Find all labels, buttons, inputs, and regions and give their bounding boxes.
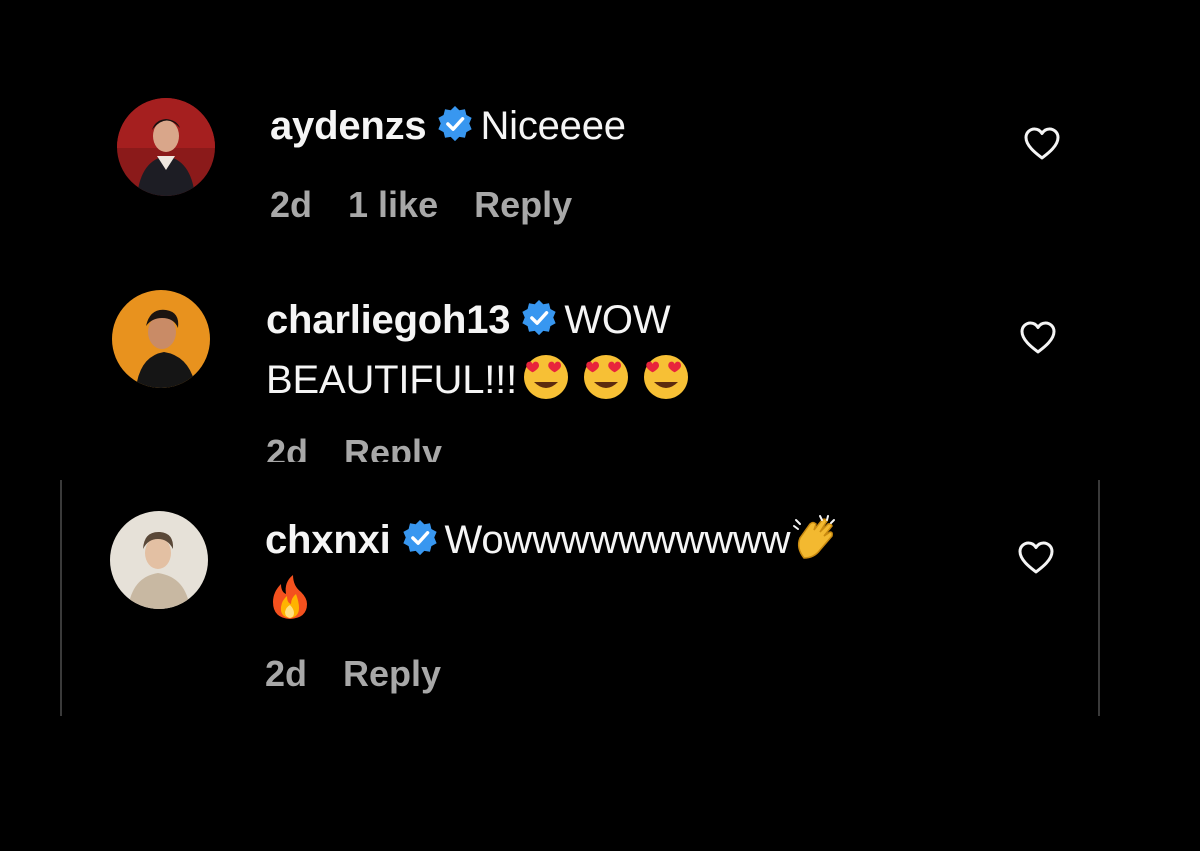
clapping-hands-emoji xyxy=(793,515,836,559)
comment-body: aydenzs Niceeee xyxy=(270,96,970,156)
section-divider xyxy=(250,462,550,478)
comment-text-line-2: BEAUTIFUL!!! xyxy=(266,358,517,402)
username-link[interactable]: aydenzs xyxy=(270,104,427,148)
heart-eyes-emoji xyxy=(643,355,688,399)
heart-outline-icon[interactable] xyxy=(1022,124,1062,164)
reply-button[interactable]: Reply xyxy=(343,653,441,694)
comment-meta: 2d Reply xyxy=(265,653,477,695)
comment-body: charliegoh13 WOW BEAUTIFUL!!! xyxy=(266,290,966,410)
heart-eyes-emoji xyxy=(583,355,628,399)
reply-button[interactable]: Reply xyxy=(474,184,572,225)
thread-line-right xyxy=(1098,480,1100,716)
verified-badge-icon xyxy=(402,519,437,556)
comment-text: Niceeee xyxy=(480,104,626,148)
comment-meta: 2d 1 like Reply xyxy=(270,184,608,226)
comment-text-line-1: WOW xyxy=(564,298,671,342)
like-count[interactable]: 1 like xyxy=(348,184,438,225)
heart-outline-icon[interactable] xyxy=(1018,318,1058,358)
verified-badge-icon xyxy=(522,299,556,336)
avatar[interactable] xyxy=(112,290,210,388)
comment-body: chxnxi Wowwwwwwwwww xyxy=(265,510,965,630)
comment-text: Wowwwwwwwwww xyxy=(444,518,791,562)
thread-line-left xyxy=(60,480,62,716)
heart-outline-icon[interactable] xyxy=(1016,538,1056,578)
avatar[interactable] xyxy=(110,511,208,609)
username-link[interactable]: charliegoh13 xyxy=(266,298,511,342)
username-link[interactable]: chxnxi xyxy=(265,518,391,562)
comment-time: 2d xyxy=(270,184,313,225)
verified-badge-icon xyxy=(438,105,473,142)
comment-time: 2d xyxy=(265,653,308,694)
heart-eyes-emoji xyxy=(523,355,568,399)
fire-emoji xyxy=(273,575,307,619)
avatar[interactable] xyxy=(117,98,215,196)
